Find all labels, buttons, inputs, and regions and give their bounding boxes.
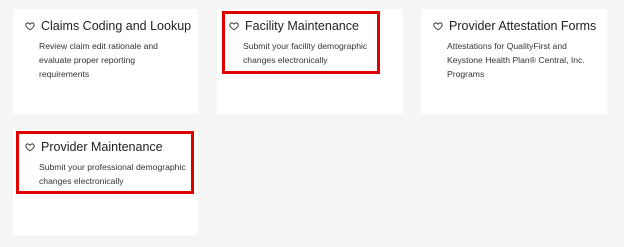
card-title[interactable]: Provider Attestation Forms	[449, 19, 596, 33]
card-title-row: Provider Maintenance	[25, 140, 186, 154]
card-facility-maintenance[interactable]: Facility Maintenance Submit your facilit…	[217, 9, 403, 114]
card-description-line: Submit your professional demographic	[39, 162, 186, 172]
heart-outline-icon[interactable]	[25, 142, 35, 152]
heart-outline-icon[interactable]	[229, 21, 239, 31]
card-description-line: Programs	[447, 69, 485, 79]
card-claims-coding-and-lookup[interactable]: Claims Coding and Lookup Review claim ed…	[13, 9, 198, 114]
card-title-row: Provider Attestation Forms	[433, 19, 596, 33]
card-description: Submit your facility demographic changes…	[229, 39, 391, 67]
card-description: Review claim edit rationale and evaluate…	[25, 39, 186, 81]
card-description-line: Submit your facility demographic	[243, 41, 368, 51]
card-provider-attestation-forms[interactable]: Provider Attestation Forms Attestations …	[421, 9, 607, 114]
card-description-line: Attestations for QualityFirst and	[447, 41, 567, 51]
card-description-line: changes electronically	[243, 55, 328, 65]
tool-card-grid: Claims Coding and Lookup Review claim ed…	[0, 0, 624, 247]
card-provider-maintenance[interactable]: Provider Maintenance Submit your profess…	[13, 130, 198, 235]
card-description-line: changes electronically	[39, 176, 124, 186]
heart-outline-icon[interactable]	[433, 21, 443, 31]
card-title[interactable]: Facility Maintenance	[245, 19, 359, 33]
card-description-line: evaluate proper reporting requirements	[39, 55, 136, 79]
card-description-line: Review claim edit rationale and	[39, 41, 158, 51]
card-title[interactable]: Claims Coding and Lookup	[41, 19, 191, 33]
card-title[interactable]: Provider Maintenance	[41, 140, 163, 154]
card-description: Attestations for QualityFirst and Keysto…	[433, 39, 595, 81]
card-description-line: Keystone Health Plan® Central, Inc.	[447, 55, 585, 65]
card-description: Submit your professional demographic cha…	[25, 160, 186, 188]
card-title-row: Claims Coding and Lookup	[25, 19, 191, 33]
card-title-row: Facility Maintenance	[229, 19, 391, 33]
heart-outline-icon[interactable]	[25, 21, 35, 31]
